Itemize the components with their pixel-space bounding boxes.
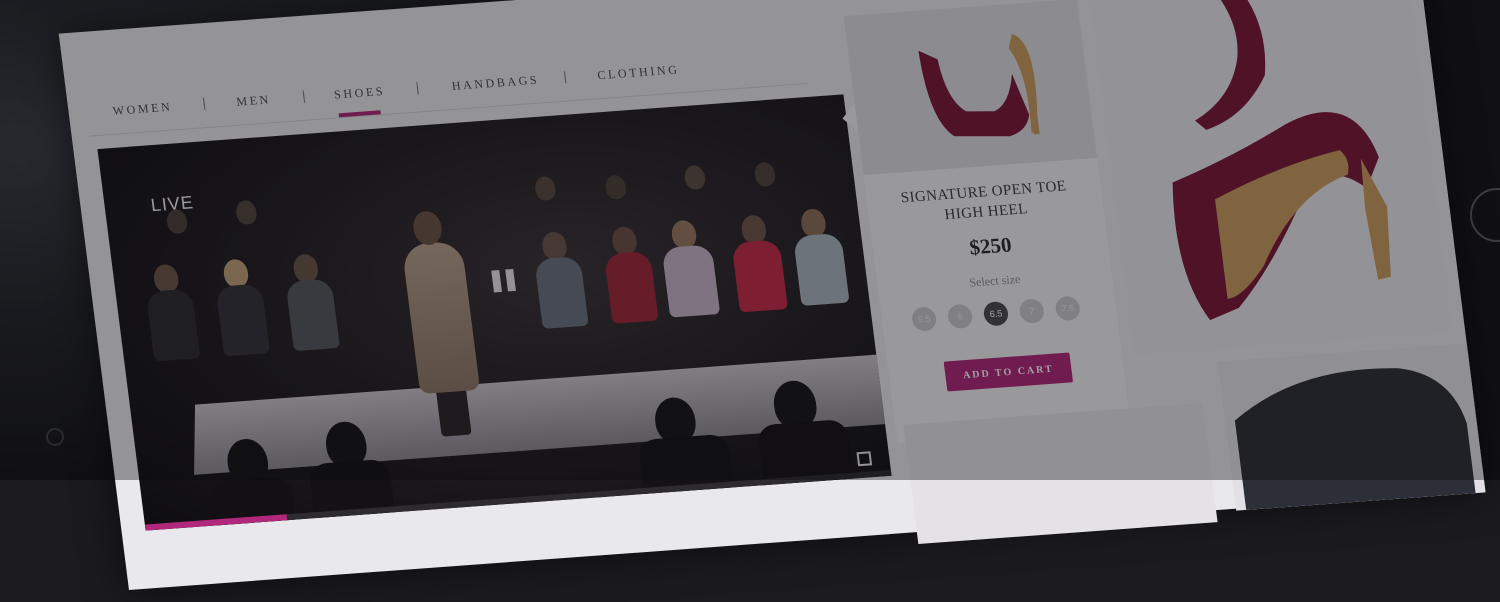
size-option-selected[interactable]: 6.5 xyxy=(982,300,1010,327)
size-option[interactable]: 6 xyxy=(946,303,974,330)
nav-separator: | xyxy=(301,87,307,103)
nav-item-handbags[interactable]: HANDBAGS xyxy=(451,73,540,94)
pause-icon[interactable] xyxy=(487,267,521,299)
store-screen: WOMEN | MEN | SHOES | HANDBAGS | CLOTHIN… xyxy=(58,0,1486,590)
product-tile[interactable] xyxy=(903,402,1218,545)
live-indicator: LIVE xyxy=(149,192,196,216)
add-to-cart-button[interactable]: ADD TO CART xyxy=(943,352,1074,392)
shoe-hero-image xyxy=(1172,0,1391,321)
nav-separator: | xyxy=(201,95,207,111)
product-price: $250 xyxy=(967,232,1013,260)
size-option[interactable]: 7 xyxy=(1018,298,1046,324)
size-selector: 5.5 6 6.5 7 7.5 xyxy=(910,295,1094,334)
nav-item-clothing[interactable]: CLOTHING xyxy=(597,62,681,83)
active-tab-indicator xyxy=(338,110,381,118)
product-thumbnail[interactable] xyxy=(843,0,1098,176)
product-title: SIGNATURE OPEN TOE HIGH HEEL xyxy=(866,174,1104,231)
shoe-tile-image xyxy=(1234,368,1476,510)
product-tile[interactable] xyxy=(1217,343,1486,511)
nav-item-shoes[interactable]: SHOES xyxy=(333,84,386,103)
nav-separator: | xyxy=(414,79,421,95)
live-video-player[interactable]: LIVE xyxy=(97,94,892,531)
size-option[interactable]: 5.5 xyxy=(910,306,938,332)
nav-item-women[interactable]: WOMEN xyxy=(112,100,173,119)
shoe-thumbnail-image xyxy=(918,33,1040,137)
size-option[interactable]: 7.5 xyxy=(1054,295,1082,322)
tablet-scene: WOMEN | MEN | SHOES | HANDBAGS | CLOTHIN… xyxy=(0,0,1500,590)
nav-item-men[interactable]: MEN xyxy=(236,92,272,109)
nav-separator: | xyxy=(562,68,568,84)
select-size-label: Select size xyxy=(968,271,1022,290)
product-detail-card: SIGNATURE OPEN TOE HIGH HEEL $250 Select… xyxy=(840,0,1131,444)
fullscreen-icon[interactable] xyxy=(856,451,873,467)
product-hero-image[interactable] xyxy=(1086,0,1454,356)
